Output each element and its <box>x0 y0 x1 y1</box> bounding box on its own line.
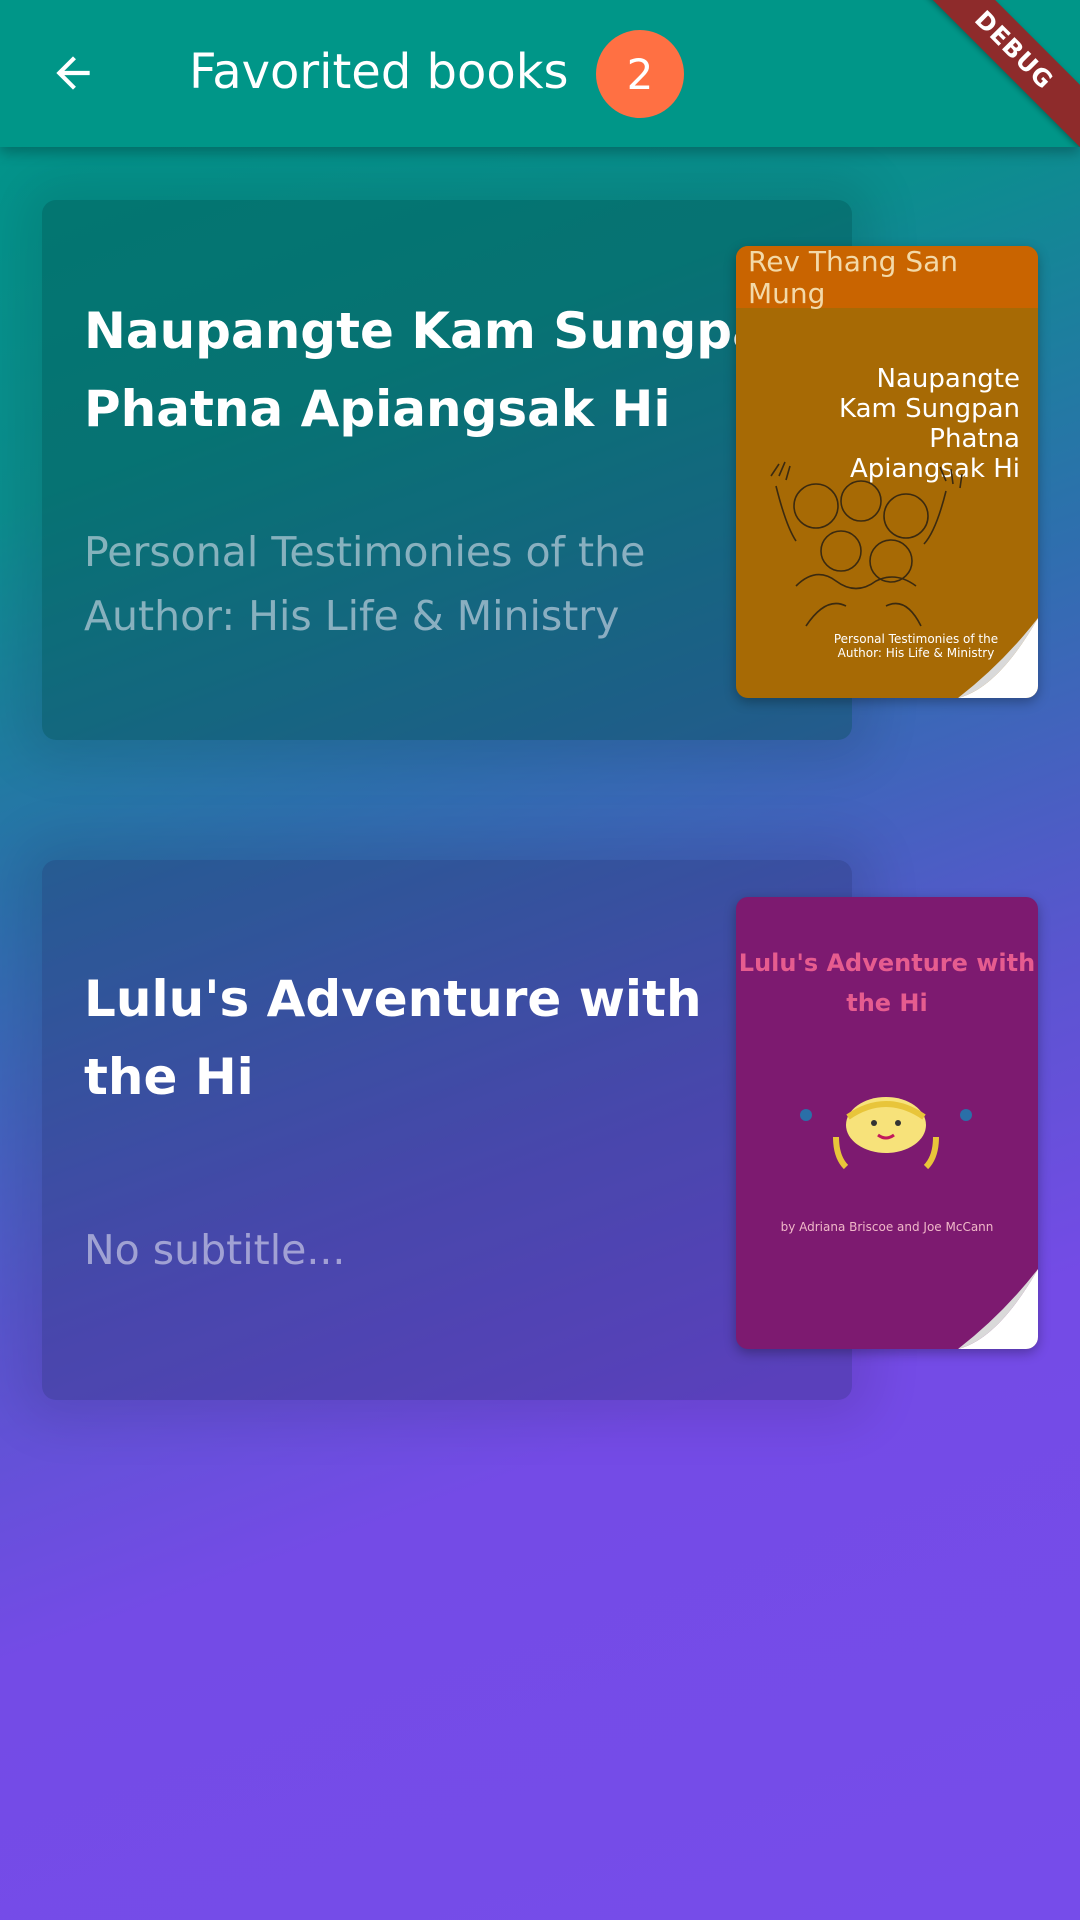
book-cover[interactable]: Rev Thang San Mung Naupangte Kam Sungpan… <box>736 246 1038 698</box>
app-bar: Favorited books 2 DEBUG <box>0 0 1080 147</box>
book-card[interactable]: Naupangte Kam Sungpan Phatna Apiangsak H… <box>42 200 852 740</box>
cover-illustration <box>770 461 963 627</box>
book-subtitle: No subtitle... <box>84 1226 346 1274</box>
book-cover[interactable]: Lulu's Adventure with the Hi by Adriana … <box>736 897 1038 1349</box>
arrow-back-icon <box>56 56 90 90</box>
cover-illustration <box>800 1097 972 1170</box>
cover-author: Rev Thang San Mung <box>748 246 958 310</box>
page-curl-icon <box>958 618 1038 698</box>
cover-credit: by Adriana Briscoe and Joe McCann <box>780 1220 994 1234</box>
page-curl-icon <box>958 1269 1038 1349</box>
cover-title: Lulu's Adventure with the Hi <box>738 949 1036 1017</box>
book-subtitle: Personal Testimonies of the Author: His … <box>84 528 646 640</box>
page-title: Favorited books <box>189 44 569 100</box>
book-card[interactable]: Lulu's Adventure with the Hi No subtitle… <box>42 860 852 1400</box>
debug-banner: DEBUG <box>906 0 1080 147</box>
book-title: Naupangte Kam Sungpan Phatna Apiangsak H… <box>84 302 802 438</box>
favorites-count-badge: 2 <box>596 30 684 118</box>
book-title: Lulu's Adventure with the Hi <box>84 970 702 1106</box>
back-button[interactable] <box>30 30 116 116</box>
